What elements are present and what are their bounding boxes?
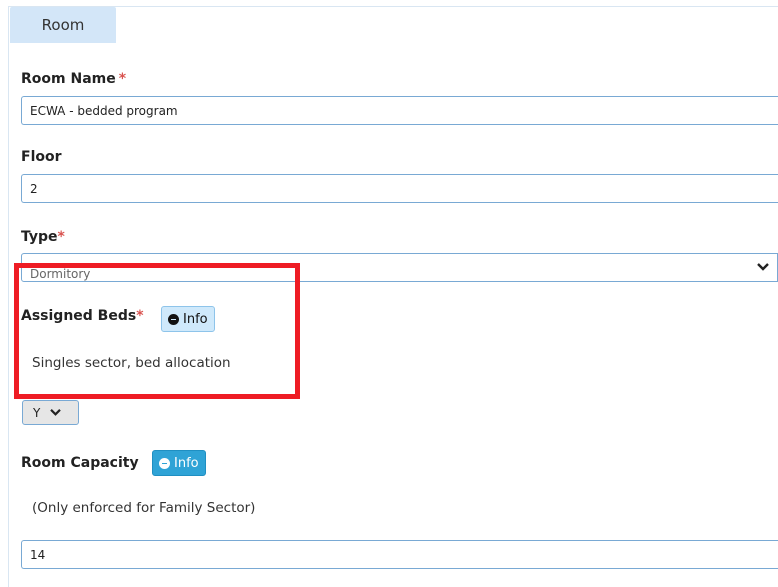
type-label: Type* [21, 229, 65, 245]
assigned-beds-label-text: Assigned Beds [21, 308, 137, 324]
room-capacity-value: 14 [30, 547, 46, 562]
room-name-value: ECWA - bedded program [30, 103, 178, 118]
type-label-text: Type [21, 229, 58, 245]
required-marker: * [57, 229, 65, 245]
floor-value: 2 [30, 181, 38, 196]
floor-label: Floor [21, 149, 62, 165]
assigned-beds-select-value: Y [33, 405, 41, 420]
type-select-value: Dormitory [30, 266, 91, 281]
assigned-beds-select[interactable]: Y [22, 400, 79, 425]
room-capacity-info-button[interactable]: Info [152, 450, 206, 476]
assigned-beds-info-button[interactable]: Info [161, 306, 215, 332]
room-name-input[interactable]: ECWA - bedded program [21, 96, 778, 125]
chevron-down-icon [757, 260, 769, 276]
info-button-label: Info [183, 311, 208, 327]
chevron-down-icon [50, 406, 62, 420]
floor-input[interactable]: 2 [21, 174, 778, 203]
room-name-label-text: Room Name [21, 71, 116, 87]
assigned-beds-note: Singles sector, bed allocation [32, 355, 231, 371]
room-name-label: Room Name * [21, 71, 126, 87]
assigned-beds-label: Assigned Beds* [21, 308, 144, 324]
room-capacity-note: (Only enforced for Family Sector) [32, 500, 256, 516]
required-marker: * [118, 71, 127, 87]
type-select[interactable]: Dormitory [21, 253, 778, 282]
room-capacity-label: Room Capacity [21, 455, 139, 471]
room-capacity-input[interactable]: 14 [21, 540, 778, 569]
minus-circle-icon [168, 313, 179, 325]
required-marker: * [136, 308, 144, 324]
tab-room[interactable]: Room [10, 7, 116, 43]
minus-circle-icon [159, 457, 170, 469]
info-button-label: Info [174, 455, 199, 471]
